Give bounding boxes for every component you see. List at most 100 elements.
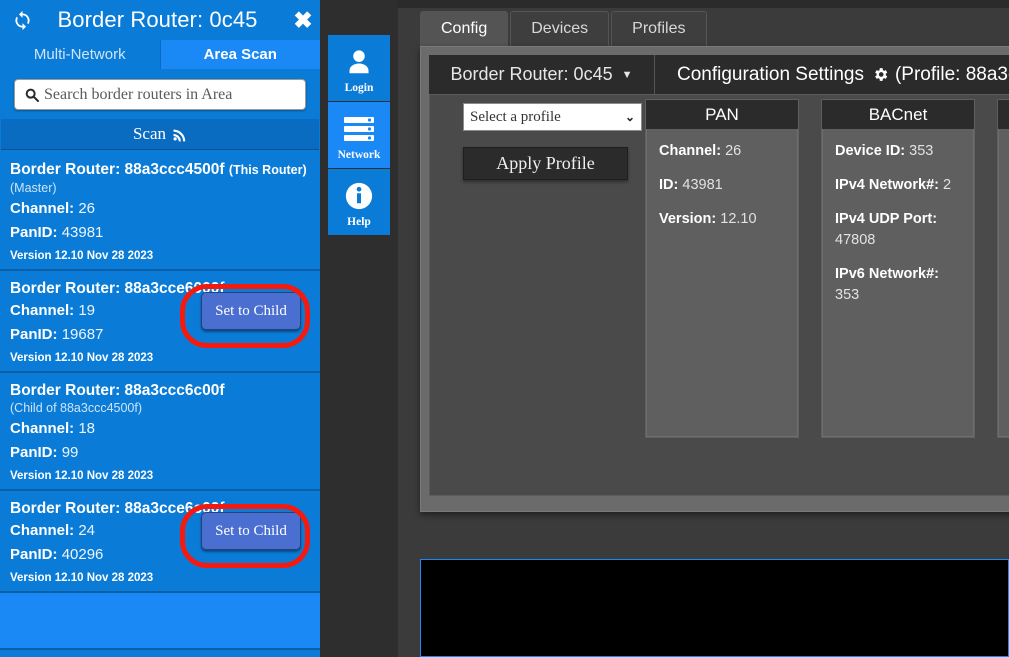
list-item[interactable]: Border Router: 88a3cce6c00f Channel: 24 … bbox=[0, 491, 320, 593]
router-panid-label: PanID: bbox=[10, 326, 58, 343]
apply-profile-button[interactable]: Apply Profile bbox=[463, 147, 628, 180]
card-row: Device ID: 353 bbox=[835, 141, 961, 162]
card-row: ID: 43981 bbox=[659, 175, 785, 196]
router-subtitle: (Child of 88a3ccc4500f) bbox=[10, 401, 143, 415]
router-panid-label: PanID: bbox=[10, 546, 58, 563]
config-panel: Border Router: 0c45 ▼ Configuration Sett… bbox=[420, 46, 1009, 512]
router-channel-value: 18 bbox=[78, 420, 96, 437]
search-area bbox=[0, 69, 320, 110]
router-version: Version 12.10 Nov 28 2023 bbox=[10, 352, 154, 364]
scan-button-label: Scan bbox=[132, 124, 167, 143]
list-item[interactable]: Border Router: 88a3cce6000f Channel: 19 … bbox=[0, 271, 320, 373]
search-box[interactable] bbox=[14, 79, 306, 110]
card-row-label: Device ID: bbox=[835, 143, 906, 159]
card-title: PAN bbox=[646, 100, 798, 129]
card-body: IP Ad Gate Netm DNS bbox=[998, 129, 1009, 437]
search-icon bbox=[23, 86, 40, 103]
router-panid-value: 99 bbox=[61, 444, 79, 461]
card-row-value: 353 bbox=[909, 143, 934, 159]
set-to-child-button[interactable]: Set to Child bbox=[201, 512, 301, 550]
router-channel-value: 26 bbox=[78, 200, 96, 217]
router-title-text: Border Router: 88a3ccc6c00f bbox=[10, 382, 225, 399]
sidebar-item-label: Network bbox=[337, 148, 381, 161]
router-channel: Channel: 26 bbox=[10, 198, 310, 220]
console-output-panel[interactable] bbox=[420, 559, 1009, 657]
tab-area-scan[interactable]: Area Scan bbox=[160, 40, 320, 69]
card-row-value: 353 bbox=[835, 287, 860, 303]
list-item[interactable]: Border Router: 88a3ccc4500f (This Router… bbox=[0, 152, 320, 271]
router-list: Border Router: 88a3ccc4500f (This Router… bbox=[0, 152, 320, 650]
profile-select-value: Select a profile bbox=[470, 108, 561, 125]
router-channel-value: 19 bbox=[78, 302, 96, 319]
card-row-label: Channel: bbox=[659, 143, 722, 159]
router-panid-label: PanID: bbox=[10, 224, 58, 241]
sidebar-item-label: Help bbox=[347, 215, 371, 228]
router-subtitle: (Master) bbox=[10, 181, 57, 195]
scan-button[interactable]: Scan bbox=[1, 119, 319, 150]
card-row: IPv4 UDP Port: 47808 bbox=[835, 209, 961, 251]
user-icon bbox=[344, 43, 374, 81]
router-title: Border Router: 88a3ccc4500f (This Router… bbox=[10, 160, 310, 180]
card-row-label: Version: bbox=[659, 211, 717, 227]
router-panid-value: 40296 bbox=[61, 546, 104, 563]
chevron-down-icon: ⌄ bbox=[624, 109, 635, 124]
config-panel-body: Select a profile ⌄ Apply Profile PAN Cha… bbox=[429, 94, 1009, 496]
list-item[interactable] bbox=[0, 593, 320, 650]
card-row-value: 2 bbox=[943, 177, 952, 193]
left-tab-bar: Multi-Network Area Scan bbox=[0, 40, 320, 69]
router-title-text: Border Router: 88a3cce6c00f bbox=[10, 500, 225, 517]
card-row-label: IPv6 Network#: bbox=[835, 266, 939, 282]
border-router-panel: Border Router: 0c45 ✖ Multi-Network Area… bbox=[0, 0, 320, 657]
card-bacnet: BACnet Device ID: 353 IPv4 Network#: 2 I… bbox=[821, 99, 975, 438]
page-title: Border Router: 0c45 bbox=[57, 7, 258, 32]
router-title: Border Router: 88a3ccc6c00f bbox=[10, 381, 310, 400]
search-input[interactable] bbox=[44, 85, 297, 104]
gear-icon[interactable] bbox=[872, 66, 889, 83]
profile-select[interactable]: Select a profile ⌄ bbox=[463, 103, 642, 131]
settings-cards: PAN Channel: 26 ID: 43981 Version: 12.10… bbox=[645, 99, 1009, 438]
config-settings-title: Configuration Settings (Profile: 88a3ccc… bbox=[655, 64, 1009, 86]
router-version: Version 12.10 Nov 28 2023 bbox=[10, 572, 154, 584]
card-body: Channel: 26 ID: 43981 Version: 12.10 bbox=[646, 129, 798, 437]
sidebar-item-help[interactable]: Help bbox=[328, 169, 390, 235]
card-body: Device ID: 353 IPv4 Network#: 2 IPv4 UDP… bbox=[822, 129, 974, 437]
nav-rail: Login Network Help bbox=[320, 0, 398, 657]
card-row: IPv6 Network#: 353 bbox=[835, 264, 961, 306]
router-panid-value: 19687 bbox=[61, 326, 104, 343]
tab-multi-network[interactable]: Multi-Network bbox=[0, 40, 161, 69]
router-panid: PanID: 43981 bbox=[10, 222, 310, 244]
card-row-value: 47808 bbox=[835, 232, 876, 248]
config-profile-text: (Profile: 88a3ccc4 bbox=[894, 63, 1009, 85]
card-row: Channel: 26 bbox=[659, 141, 785, 162]
router-channel-value: 24 bbox=[78, 522, 96, 539]
router-version: Version 12.10 Nov 28 2023 bbox=[10, 470, 154, 482]
router-panid-label: PanID: bbox=[10, 444, 58, 461]
server-stack-icon bbox=[342, 110, 376, 148]
close-icon[interactable]: ✖ bbox=[286, 0, 320, 40]
card-setup: S IP Ad Gate Netm bbox=[997, 99, 1009, 438]
tab-config[interactable]: Config bbox=[420, 11, 509, 46]
router-panid-value: 43981 bbox=[61, 224, 104, 241]
config-settings-label: Configuration Settings bbox=[677, 63, 864, 85]
config-panel-header: Border Router: 0c45 ▼ Configuration Sett… bbox=[429, 55, 1009, 94]
card-row: Version: 12.10 bbox=[659, 209, 785, 230]
tab-profiles[interactable]: Profiles bbox=[611, 11, 707, 46]
info-icon bbox=[344, 177, 374, 215]
router-channel-label: Channel: bbox=[10, 420, 75, 437]
main-tab-bar: Config Devices Profiles bbox=[420, 11, 709, 46]
router-channel-label: Channel: bbox=[10, 522, 75, 539]
window-top-strip bbox=[398, 0, 1009, 8]
router-channel-label: Channel: bbox=[10, 302, 75, 319]
device-selector-dropdown[interactable]: Border Router: 0c45 ▼ bbox=[429, 55, 655, 94]
router-channel: Channel: 18 bbox=[10, 418, 310, 440]
list-item[interactable]: Border Router: 88a3ccc6c00f (Child of 88… bbox=[0, 373, 320, 491]
card-pan: PAN Channel: 26 ID: 43981 Version: 12.10 bbox=[645, 99, 799, 438]
card-row-value: 12.10 bbox=[720, 211, 757, 227]
set-to-child-button[interactable]: Set to Child bbox=[201, 292, 301, 330]
card-row-value: 43981 bbox=[682, 177, 723, 193]
sidebar-item-login[interactable]: Login bbox=[328, 35, 390, 101]
card-row-label: IPv4 UDP Port: bbox=[835, 211, 938, 227]
chevron-down-icon: ▼ bbox=[621, 68, 633, 81]
tab-devices[interactable]: Devices bbox=[510, 11, 610, 46]
sidebar-item-network[interactable]: Network bbox=[328, 102, 390, 168]
